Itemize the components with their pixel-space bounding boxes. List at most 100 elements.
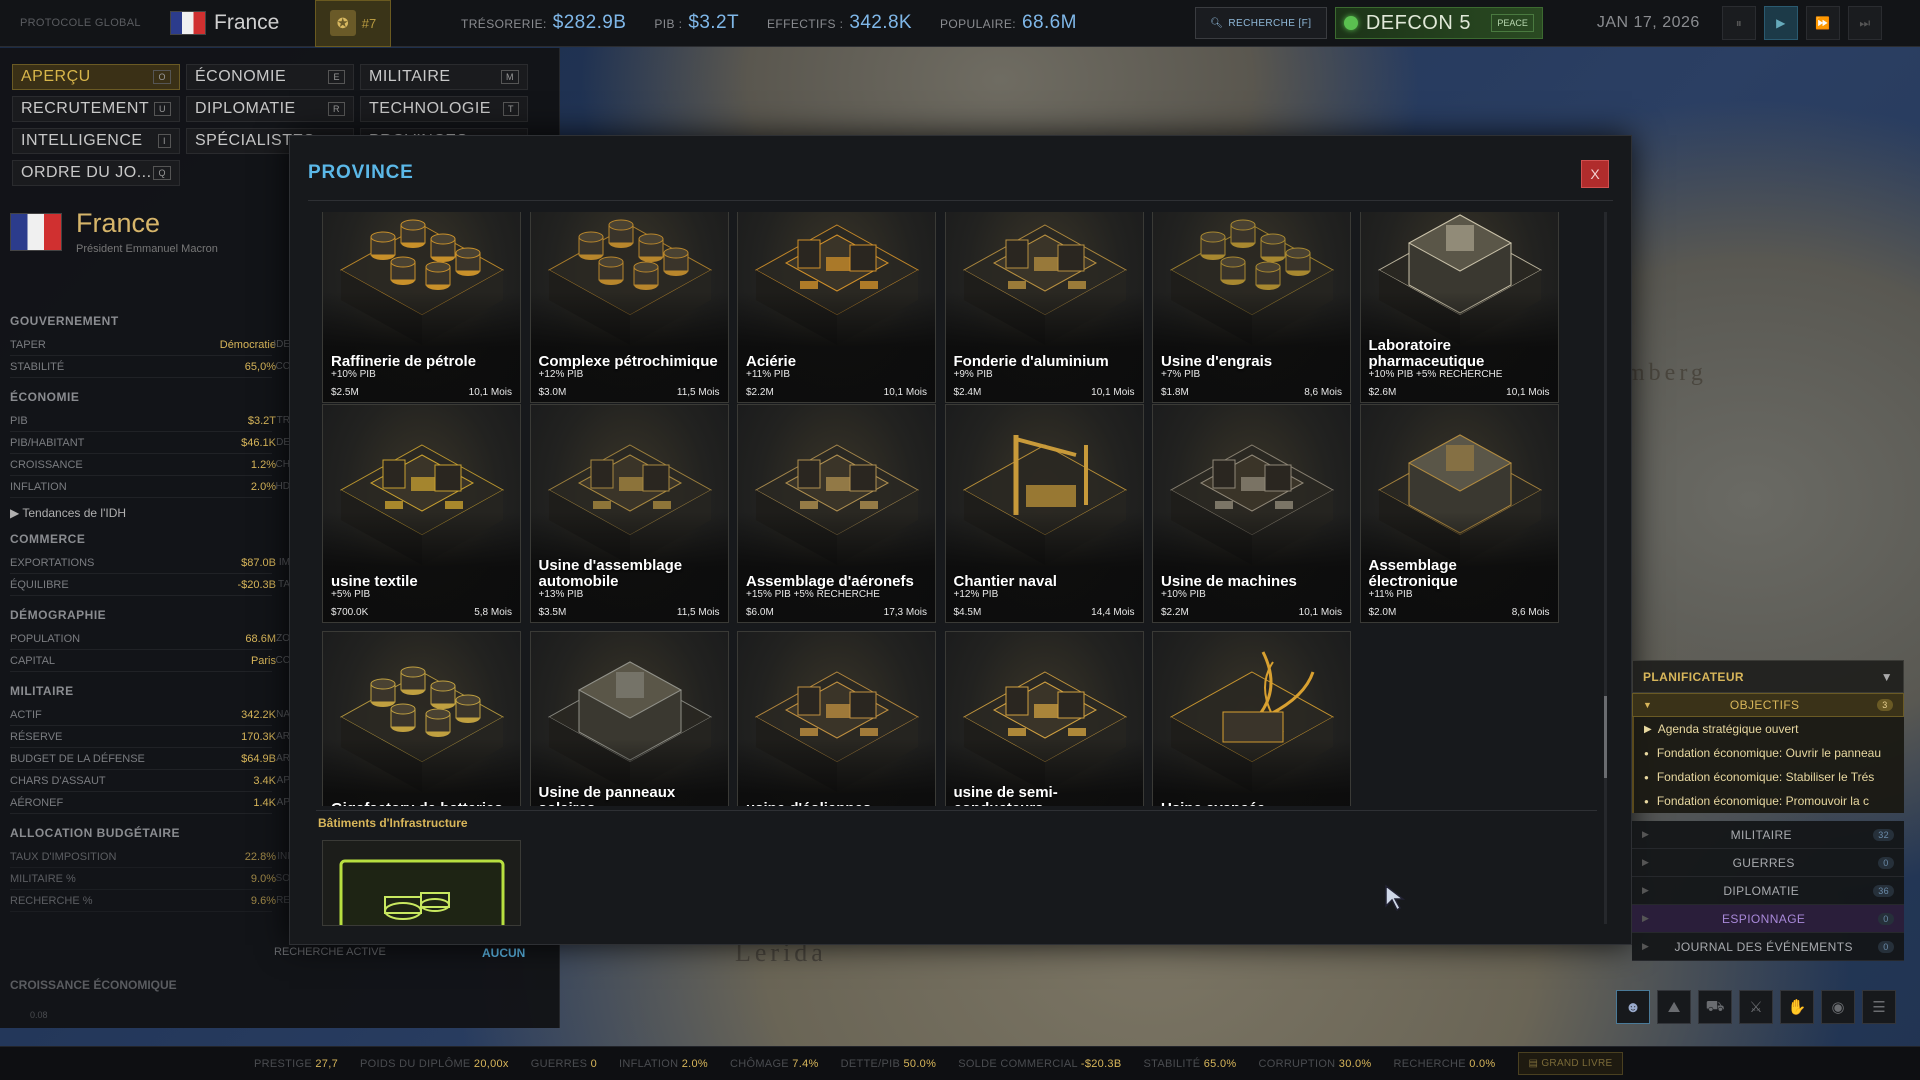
fastest-button[interactable]: ⏭ <box>1847 6 1882 40</box>
planner-category[interactable]: ▶ JOURNAL DES ÉVÉNEMENTS 0 <box>1632 933 1904 961</box>
nav-tab[interactable]: DIPLOMATIE R <box>186 96 354 122</box>
stat-overflow: IDE <box>273 339 290 350</box>
tank-icon[interactable]: ⛟ <box>1698 990 1732 1024</box>
building-card[interactable]: Usine avancée+14% PIB +4% RECHERCHE$2.8M… <box>1152 631 1351 806</box>
building-card[interactable]: Aciérie +11% PIB $2.2M 10,1 Mois <box>737 212 936 403</box>
caret-right-icon: ▶ <box>10 506 20 520</box>
hotkey-badge: R <box>328 102 345 116</box>
category-count: 0 <box>1878 912 1894 925</box>
status-stat: RECHERCHE 0.0% <box>1393 1057 1496 1070</box>
nav-tab[interactable]: INTELLIGENCE I <box>12 128 180 154</box>
section-heading: DÉMOGRAPHIE <box>10 608 107 622</box>
planner-category[interactable]: ▶ ESPIONNAGE 0 <box>1632 905 1904 933</box>
spy-icon[interactable]: ◉ <box>1821 990 1855 1024</box>
building-name: Gigafactory de batteries <box>331 801 512 807</box>
planner-category[interactable]: ▶ GUERRES 0 <box>1632 849 1904 877</box>
fast-forward-button[interactable]: ⏩ <box>1805 6 1840 40</box>
search-icon: 🔍︎ <box>1210 17 1224 29</box>
hdi-trends-toggle[interactable]: ▶ Tendances de l'IDH <box>10 506 272 520</box>
building-card[interactable]: Assemblage électronique +11% PIB $2.0M 8,6 … <box>1359 404 1559 623</box>
country-header[interactable]: France <box>170 11 315 35</box>
nav-tab[interactable]: MILITAIRE M <box>360 64 528 90</box>
chevron-down-icon: ▼ <box>1880 669 1893 684</box>
status-stat: INFLATION 2.0% <box>619 1057 708 1070</box>
building-effect: +10% PIB <box>1161 589 1206 600</box>
nav-tab[interactable]: ÉCONOMIE E <box>186 64 354 90</box>
stat-overflow: AP <box>276 797 290 808</box>
terrain-icon[interactable]: ⛰ <box>1657 990 1691 1024</box>
news-icon[interactable]: ☰ <box>1862 990 1896 1024</box>
nav-tab[interactable]: RECRUTEMENT U <box>12 96 180 122</box>
building-card[interactable]: usine de semi-conducteurs+18% PIB +10% R… <box>944 631 1144 807</box>
planner-header[interactable]: PLANIFICATEUR ▼ <box>1632 660 1904 693</box>
building-effect: +10% PIB +5% RECHERCHE <box>1368 369 1503 380</box>
stat-value: 68.6M <box>245 632 276 645</box>
building-card[interactable]: usine d'éoliennes+9% PIB$2.2M10,1 Mois <box>737 631 936 806</box>
building-duration: 10,1 Mois <box>1298 607 1342 618</box>
scrollbar-thumb[interactable] <box>1604 696 1607 778</box>
objective-item[interactable]: ● Fondation économique: Ouvrir le panneau <box>1632 741 1904 765</box>
pause-button[interactable]: ⏸ <box>1721 6 1756 40</box>
defcon-indicator[interactable]: DEFCON 5 PEACE <box>1334 7 1543 39</box>
nav-tab[interactable]: ORDRE DU JO... Q <box>12 160 180 186</box>
category-count: 0 <box>1878 856 1894 869</box>
building-grid[interactable]: Raffinerie de pétrole +10% PIB $2.5M 10,1 M… <box>322 212 1608 806</box>
building-card[interactable]: Gigafactory de batteries+13% PIB +4% REC… <box>322 631 521 806</box>
building-cost: $6.0M <box>746 607 774 618</box>
stat-label: ÉQUILIBRE <box>10 578 69 591</box>
building-card[interactable]: Assemblage d'aéronefs +15% PIB +5% RECHER… <box>737 404 936 623</box>
stat-label: RÉSERVE <box>10 730 63 743</box>
stat-value: 170.3K <box>241 730 276 743</box>
france-flag-icon <box>10 212 62 251</box>
play-button[interactable]: ▶ <box>1763 6 1798 40</box>
building-card[interactable]: Usine de machines +10% PIB $2.2M 10,1 Mois <box>1152 404 1351 623</box>
building-card[interactable]: Usine de panneaux solaires+8% PIB$1.8M8,… <box>529 631 729 806</box>
building-card[interactable]: Chantier naval +12% PIB $4.5M 14,4 Mois <box>944 404 1144 623</box>
building-card[interactable]: Usine d'assemblage automobile +13% PIB $3.… <box>529 404 729 623</box>
nav-tab[interactable]: APERÇU O <box>12 64 180 90</box>
stat-label: STABILITÉ <box>10 360 65 373</box>
building-duration: 8,6 Mois <box>1304 387 1342 398</box>
building-card[interactable]: Raffinerie de pétrole +10% PIB $2.5M 10,1 M… <box>322 212 521 403</box>
building-card[interactable]: Laboratoire pharmaceutique +10% PIB +5% R… <box>1359 212 1559 403</box>
stat-row: PIB $3.2T TR <box>10 410 290 432</box>
handshake-icon[interactable]: ✋ <box>1780 990 1814 1024</box>
planner-category[interactable]: ▶ MILITAIRE 32 <box>1632 821 1904 849</box>
objective-list: ▶ Agenda stratégique ouvert ● Fondation éco… <box>1632 717 1904 813</box>
planner-category[interactable]: ▶ DIPLOMATIE 36 <box>1632 877 1904 905</box>
section-heading: ALLOCATION BUDGÉTAIRE <box>10 826 181 840</box>
manpower-value: 342.8K <box>849 12 912 33</box>
stat-label: RECHERCHE % <box>10 894 93 907</box>
crossed-swords-icon[interactable]: ⚔ <box>1739 990 1773 1024</box>
building-card[interactable]: Fonderie d'aluminium +9% PIB $2.4M 10,1 Moi… <box>944 212 1144 403</box>
infrastructure-card[interactable] <box>322 840 521 926</box>
building-card[interactable]: Usine d'engrais +7% PIB $1.8M 8,6 Mois <box>1152 212 1351 403</box>
stat-value: 1.2% <box>250 458 276 471</box>
objective-item[interactable]: ● Fondation économique: Promouvoir la c <box>1632 789 1904 813</box>
stat-overflow: NA <box>276 709 290 720</box>
scrollbar-track[interactable] <box>1604 212 1607 924</box>
section-heading: GOUVERNEMENT <box>10 314 119 328</box>
close-button[interactable]: X <box>1581 160 1609 188</box>
building-cost: $3.0M <box>538 387 567 398</box>
objective-item[interactable]: ● Fondation économique: Stabiliser le Tré… <box>1632 765 1904 789</box>
rank-badge[interactable]: ✪ #7 <box>315 0 391 47</box>
caret-right-icon: ▶ <box>1642 829 1650 839</box>
objective-item[interactable]: ▶ Agenda stratégique ouvert <box>1632 717 1904 741</box>
building-effect: +12% PIB <box>538 369 584 380</box>
stat-row: ACTIF 342.2K NA <box>10 704 290 726</box>
grand-livre-button[interactable]: ▤ GRAND LIVRE <box>1517 1052 1624 1075</box>
objectives-header[interactable]: ▼ OBJECTIFS 3 <box>1632 693 1904 717</box>
building-name: usine de semi-conducteurs <box>953 784 1058 807</box>
building-card[interactable]: Complexe pétrochimique +12% PIB $3.0M 11,5 … <box>529 212 729 403</box>
divider <box>316 810 1597 811</box>
nav-tab-label: ÉCONOMIE <box>195 68 287 85</box>
search-button[interactable]: 🔍︎ RECHERCHE [F] <box>1194 7 1327 39</box>
building-name: Chantier naval <box>953 573 1057 590</box>
treasury-stat: TRÉSORERIE: $282.9B <box>461 12 627 33</box>
nav-tab-label: INTELLIGENCE <box>21 132 143 149</box>
building-card[interactable]: usine textile +5% PIB $700.0K 5,8 Mois <box>322 404 521 623</box>
stat-row: ÉQUILIBRE -$20.3B TA <box>10 574 290 596</box>
leader-icon[interactable]: ☻ <box>1616 990 1650 1024</box>
nav-tab[interactable]: TECHNOLOGIE T <box>360 96 528 122</box>
